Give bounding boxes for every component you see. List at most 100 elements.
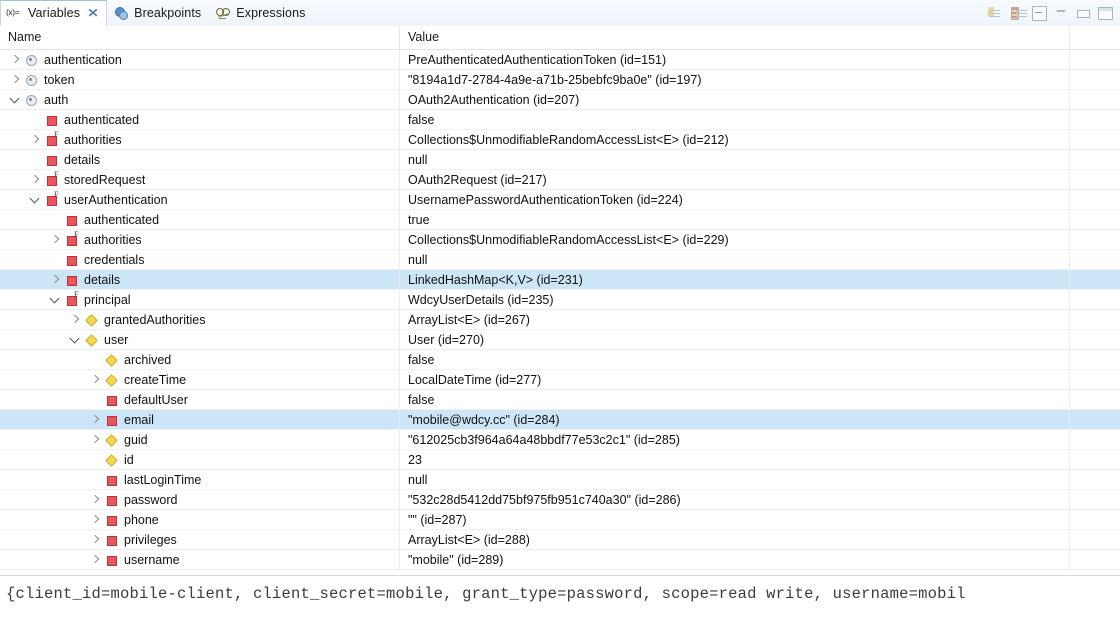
chevron-right-icon[interactable] bbox=[28, 130, 44, 149]
chevron-right-icon[interactable] bbox=[8, 50, 24, 69]
chevron-down-icon[interactable] bbox=[28, 190, 44, 209]
collapse-all-icon[interactable] bbox=[1008, 4, 1027, 22]
table-row[interactable]: id 23 bbox=[0, 450, 1120, 470]
table-row[interactable]: FstoredRequest OAuth2Request (id=217) bbox=[0, 170, 1120, 190]
variable-value-cell[interactable]: LinkedHashMap<K,V> (id=231) bbox=[400, 270, 1070, 289]
variable-value-cell[interactable]: false bbox=[400, 110, 1070, 129]
table-row[interactable]: Fauthorities Collections$UnmodifiableRand… bbox=[0, 130, 1120, 150]
variable-value-cell[interactable]: "" (id=287) bbox=[400, 510, 1070, 529]
table-row[interactable]: defaultUser false bbox=[0, 390, 1120, 410]
chevron-right-icon[interactable] bbox=[48, 230, 64, 249]
expressions-icon bbox=[216, 6, 231, 21]
variable-name-cell: archived bbox=[0, 350, 400, 369]
table-row[interactable]: archived false bbox=[0, 350, 1120, 370]
variable-value-cell[interactable]: "8194a1d7-2784-4a9e-a71b-25bebfc9ba0e" (… bbox=[400, 70, 1070, 89]
chevron-right-icon[interactable] bbox=[88, 490, 104, 509]
table-row[interactable]: username "mobile" (id=289) bbox=[0, 550, 1120, 570]
minimize-icon[interactable] bbox=[1074, 4, 1092, 22]
variable-value-cell[interactable]: true bbox=[400, 210, 1070, 229]
chevron-right-icon[interactable] bbox=[28, 170, 44, 189]
variable-value-cell[interactable]: "mobile" (id=289) bbox=[400, 550, 1070, 569]
variable-value-cell[interactable]: OAuth2Authentication (id=207) bbox=[400, 90, 1070, 109]
variable-value-cell[interactable]: ArrayList<E> (id=267) bbox=[400, 310, 1070, 329]
tab-breakpoints[interactable]: Breakpoints bbox=[107, 0, 209, 26]
close-icon[interactable]: ✕ bbox=[87, 6, 99, 20]
variable-value-cell[interactable]: WdcyUserDetails (id=235) bbox=[400, 290, 1070, 309]
detail-pane[interactable]: {client_id=mobile-client, client_secret=… bbox=[0, 575, 1120, 623]
table-row[interactable]: details null bbox=[0, 150, 1120, 170]
variable-value-cell[interactable]: UsernamePasswordAuthenticationToken (id=… bbox=[400, 190, 1070, 209]
table-row[interactable]: lastLoginTime null bbox=[0, 470, 1120, 490]
variable-value-cell[interactable]: "532c28d5412dd75bf975fb951c740a30" (id=2… bbox=[400, 490, 1070, 509]
variable-value-cell[interactable]: null bbox=[400, 470, 1070, 489]
tab-expressions[interactable]: Expressions bbox=[209, 0, 313, 26]
table-row[interactable]: authenticated false bbox=[0, 110, 1120, 130]
table-row[interactable]: createTime LocalDateTime (id=277) bbox=[0, 370, 1120, 390]
column-header-name[interactable]: Name bbox=[0, 26, 400, 49]
table-row[interactable]: user User (id=270) bbox=[0, 330, 1120, 350]
table-row[interactable]: details LinkedHashMap<K,V> (id=231) bbox=[0, 270, 1120, 290]
variable-name-label: details bbox=[84, 272, 121, 287]
table-row[interactable]: privileges ArrayList<E> (id=288) bbox=[0, 530, 1120, 550]
table-row[interactable]: auth OAuth2Authentication (id=207) bbox=[0, 90, 1120, 110]
chevron-right-icon[interactable] bbox=[88, 530, 104, 549]
table-row[interactable]: grantedAuthorities ArrayList<E> (id=267) bbox=[0, 310, 1120, 330]
table-row[interactable]: Fauthorities Collections$UnmodifiableRand… bbox=[0, 230, 1120, 250]
variable-value-cell[interactable]: PreAuthenticatedAuthenticationToken (id=… bbox=[400, 50, 1070, 69]
row-tail bbox=[1070, 510, 1120, 529]
chevron-right-icon[interactable] bbox=[88, 550, 104, 569]
table-row[interactable]: phone "" (id=287) bbox=[0, 510, 1120, 530]
tab-variables-label: Variables bbox=[28, 6, 81, 20]
variable-name-label: user bbox=[104, 332, 129, 347]
table-row[interactable]: guid "612025cb3f964a64a48bbdf77e53c2c1" (… bbox=[0, 430, 1120, 450]
variable-name-label: archived bbox=[124, 352, 172, 367]
variables-table[interactable]: Name Value authentication PreAuthenticate… bbox=[0, 26, 1120, 575]
table-row[interactable]: credentials null bbox=[0, 250, 1120, 270]
variable-value-cell[interactable]: LocalDateTime (id=277) bbox=[400, 370, 1070, 389]
chevron-right-icon[interactable] bbox=[88, 510, 104, 529]
table-row[interactable]: email "mobile@wdcy.cc" (id=284) bbox=[0, 410, 1120, 430]
table-row[interactable]: authenticated true bbox=[0, 210, 1120, 230]
table-row[interactable]: password "532c28d5412dd75bf975fb951c740a3… bbox=[0, 490, 1120, 510]
breakpoints-icon bbox=[114, 6, 129, 21]
logical-structure-icon[interactable] bbox=[986, 4, 1004, 22]
chevron-right-icon[interactable] bbox=[88, 410, 104, 429]
table-row[interactable]: authentication PreAuthenticatedAuthentica… bbox=[0, 50, 1120, 70]
chevron-down-icon[interactable] bbox=[8, 90, 24, 109]
variable-value-cell[interactable]: Collections$UnmodifiableRandomAccessList… bbox=[400, 230, 1070, 249]
variable-value-cell[interactable]: OAuth2Request (id=217) bbox=[400, 170, 1070, 189]
chevron-right-icon[interactable] bbox=[88, 370, 104, 389]
table-row[interactable]: Fprincipal WdcyUserDetails (id=235) bbox=[0, 290, 1120, 310]
chevron-right-icon[interactable] bbox=[68, 310, 84, 329]
chevron-down-icon[interactable] bbox=[48, 290, 64, 309]
chevron-down-icon[interactable] bbox=[1052, 4, 1070, 22]
maximize-icon[interactable] bbox=[1096, 4, 1114, 22]
variable-value-cell[interactable]: null bbox=[400, 250, 1070, 269]
row-tail bbox=[1070, 90, 1120, 109]
tab-variables[interactable]: Variables ✕ bbox=[0, 0, 108, 26]
variable-value-cell[interactable]: 23 bbox=[400, 450, 1070, 469]
variable-name-label: username bbox=[124, 552, 180, 567]
variable-value-cell[interactable]: ArrayList<E> (id=288) bbox=[400, 530, 1070, 549]
column-header-value[interactable]: Value bbox=[400, 26, 1070, 49]
variable-value-cell[interactable]: false bbox=[400, 350, 1070, 369]
layout-panes-icon[interactable] bbox=[1030, 4, 1048, 22]
variable-value-cell[interactable]: null bbox=[400, 150, 1070, 169]
table-row[interactable]: FuserAuthentication UsernamePasswordAuthe… bbox=[0, 190, 1120, 210]
chevron-right-icon[interactable] bbox=[48, 270, 64, 289]
chevron-right-icon[interactable] bbox=[8, 70, 24, 89]
table-row[interactable]: token "8194a1d7-2784-4a9e-a71b-25bebfc9ba… bbox=[0, 70, 1120, 90]
variable-value-cell[interactable]: "612025cb3f964a64a48bbdf77e53c2c1" (id=2… bbox=[400, 430, 1070, 449]
variable-value-cell[interactable]: Collections$UnmodifiableRandomAccessList… bbox=[400, 130, 1070, 149]
variable-value-cell[interactable]: User (id=270) bbox=[400, 330, 1070, 349]
chevron-right-icon[interactable] bbox=[88, 430, 104, 449]
variable-value-cell[interactable]: false bbox=[400, 390, 1070, 409]
variable-value-cell[interactable]: "mobile@wdcy.cc" (id=284) bbox=[400, 410, 1070, 429]
chevron-down-icon[interactable] bbox=[68, 330, 84, 349]
